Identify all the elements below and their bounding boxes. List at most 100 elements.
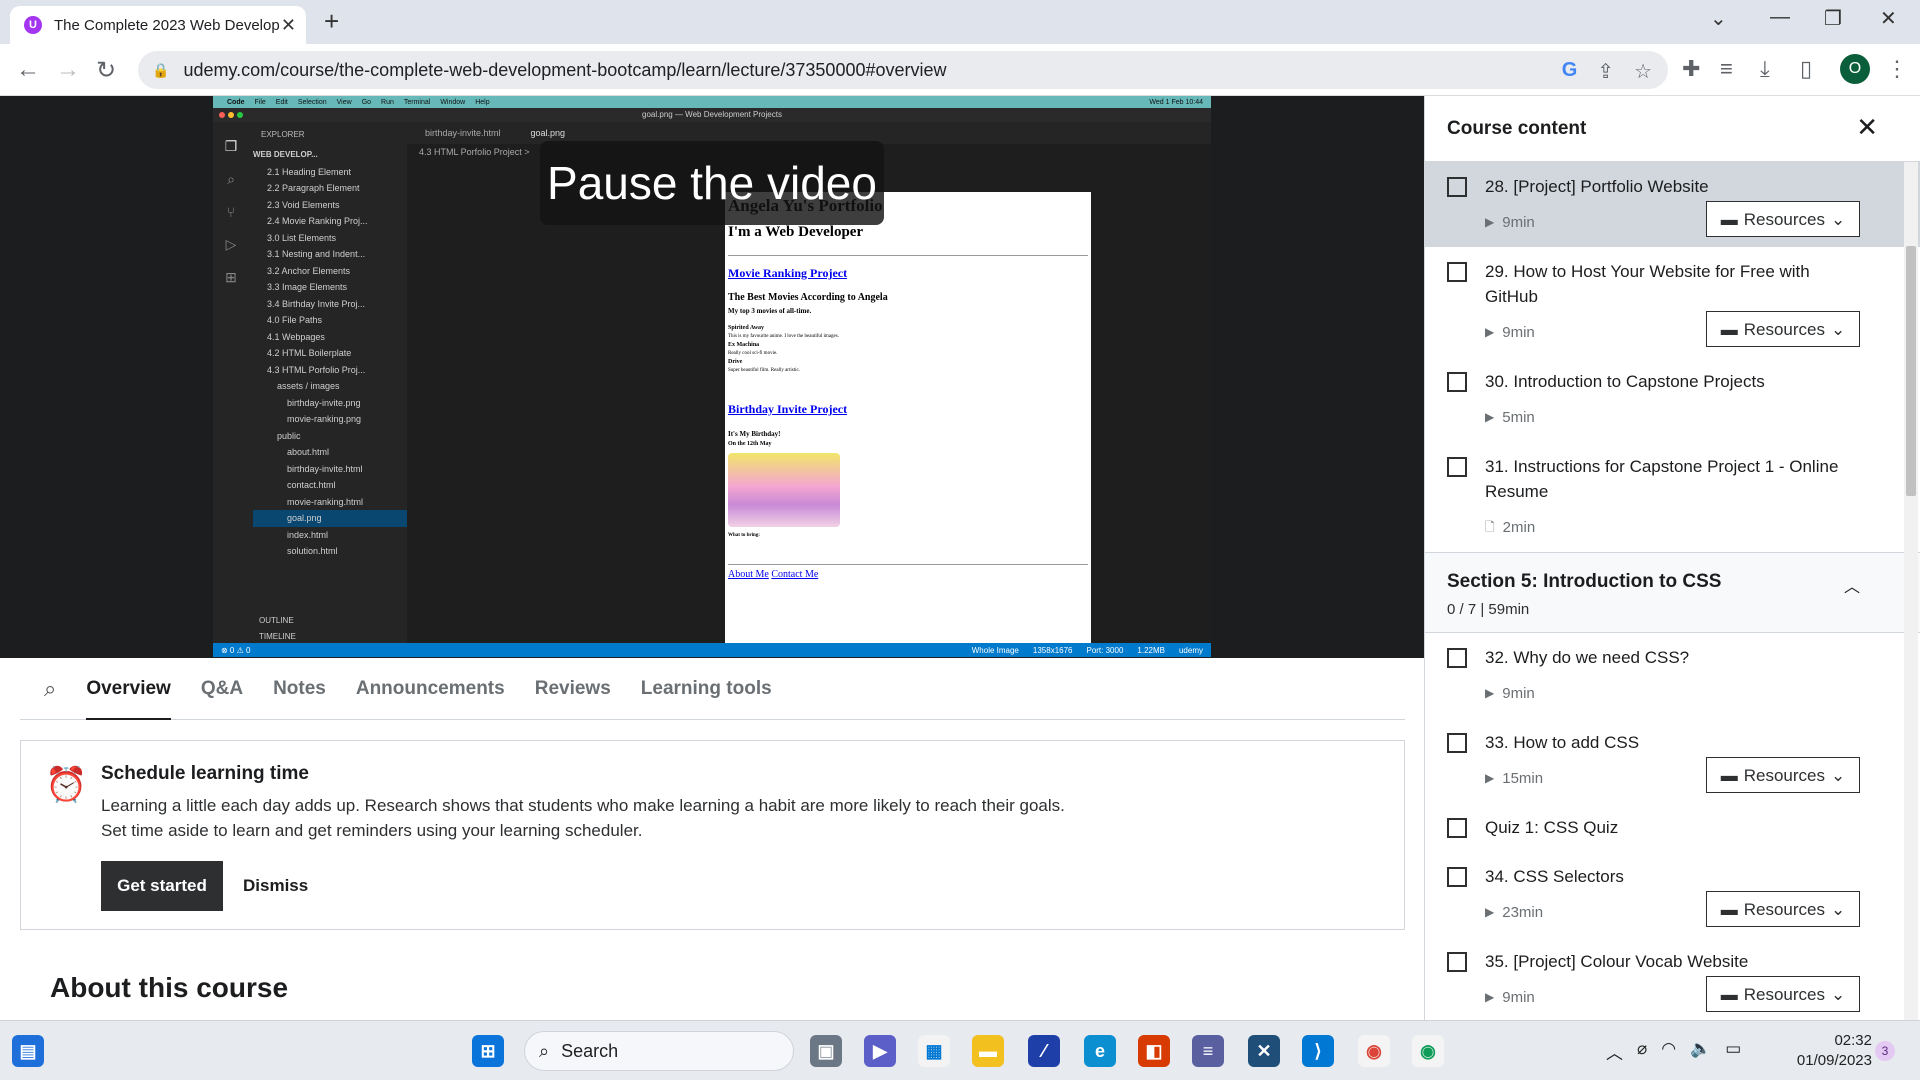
lecture-meta: ▶ 5min [1485,404,1860,430]
app-icon[interactable]: ⁄ [1028,1035,1060,1067]
close-sidebar-icon[interactable]: ✕ [1856,112,1878,143]
run-debug-icon: ▷ [225,236,237,252]
forward-icon[interactable]: → [56,56,80,84]
new-tab-icon[interactable]: + [324,6,339,37]
media-icon[interactable]: ≡ [1720,56,1733,82]
chrome-icon[interactable]: ◉ [1358,1035,1390,1067]
tab-close-icon[interactable]: ✕ [281,15,296,36]
tree-item: 4.3 HTML Porfolio Proj... [267,364,366,375]
bookmark-star-icon[interactable]: ☆ [1634,59,1652,84]
share-icon[interactable]: ⇪ [1597,59,1614,84]
checkbox[interactable] [1447,867,1467,887]
editor-tab: goal.png [530,128,566,138]
clock[interactable]: 02:32 01/09/2023 [1797,1031,1872,1071]
lecture-item[interactable]: 34. CSS Selectors ▶ 23min ▬ Resources ⌄ [1425,852,1920,937]
mic-off-icon[interactable]: ⌀ [1637,1039,1647,1064]
app-icon[interactable]: ✕ [1248,1035,1280,1067]
lecture-item[interactable]: 33. How to add CSS ▶ 15min ▬ Resources ⌄ [1425,718,1920,803]
resources-dropdown[interactable]: ▬ Resources ⌄ [1706,891,1860,927]
sidebar-scroll-thumb[interactable] [1906,246,1916,496]
battery-icon[interactable]: ▭ [1725,1039,1741,1064]
lecture-item[interactable]: 35. [Project] Colour Vocab Website ▶ 9min ▬… [1425,937,1920,1020]
notification-badge[interactable]: 3 [1875,1041,1895,1061]
lecture-title: 28. [Project] Portfolio Website [1485,177,1709,196]
chevron-up-icon[interactable]: ︿ [1844,573,1860,597]
extensions-icon[interactable]: ✚ [1682,56,1700,82]
office-icon[interactable]: ◧ [1138,1035,1170,1067]
tab-notes[interactable]: Notes [273,658,326,720]
download-icon[interactable]: ⤓ [1760,56,1770,82]
dismiss-button[interactable]: Dismiss [243,861,308,911]
profile-avatar[interactable]: O [1840,54,1870,84]
lecture-title: 35. [Project] Colour Vocab Website [1485,952,1749,971]
reload-icon[interactable]: ↻ [96,56,116,85]
get-started-button[interactable]: Get started [101,861,223,911]
tab-announcements[interactable]: Announcements [356,658,505,720]
checkbox[interactable] [1447,733,1467,753]
chrome-profile-icon[interactable]: ◉ [1412,1035,1444,1067]
lecture-item[interactable]: 30. Introduction to Capstone Projects ▶ 5m… [1425,357,1920,442]
schedule-text: Learning a little each day adds up. Rese… [101,793,1201,843]
tab-reviews[interactable]: Reviews [535,658,611,720]
schedule-line1: Learning a little each day adds up. Rese… [101,796,1065,815]
checkbox[interactable] [1447,262,1467,282]
menu-kebab-icon[interactable]: ⋮ [1886,56,1908,82]
preview-about-link: About Me [728,569,769,580]
file-explorer-icon[interactable]: ▬ [972,1035,1004,1067]
checkbox[interactable] [1447,648,1467,668]
task-view-icon[interactable]: ▣ [810,1035,842,1067]
resources-dropdown[interactable]: ▬ Resources ⌄ [1706,976,1860,1012]
search-icon[interactable]: ⌕ [44,676,56,702]
tab-learning-tools[interactable]: Learning tools [641,658,772,720]
back-icon[interactable]: ← [16,56,40,84]
close-window-icon[interactable]: ✕ [1880,6,1897,31]
vscode-icon[interactable]: ⟩ [1302,1035,1334,1067]
edge-icon[interactable]: e [1084,1035,1116,1067]
sidepanel-icon[interactable]: ▯ [1800,56,1812,82]
video-overlay-caption: Pause the video [540,141,884,225]
tree-item: assets / images [277,381,340,391]
chevron-up-icon[interactable]: ︿ [1606,1039,1623,1064]
tab-search-icon[interactable]: ⌄ [1710,6,1727,31]
lecture-item[interactable]: Quiz 1: CSS Quiz [1425,803,1920,852]
store-icon[interactable]: ▦ [918,1035,950,1067]
lecture-item[interactable]: 32. Why do we need CSS? ▶ 9min [1425,633,1920,718]
preview-link-movie: Movie Ranking Project [728,266,848,280]
checkbox[interactable] [1447,952,1467,972]
section-header[interactable]: Section 5: Introduction to CSS 0 / 7 | 5… [1425,552,1920,633]
resources-dropdown[interactable]: ▬ Resources ⌄ [1706,757,1860,793]
lecture-item[interactable]: 31. Instructions for Capstone Project 1 … [1425,442,1920,552]
browser-tab[interactable]: U The Complete 2023 Web Develop ✕ [10,6,306,44]
teams-icon[interactable]: ▶ [864,1035,896,1067]
checkbox[interactable] [1447,177,1467,197]
preview-bring: What to bring: [728,533,760,538]
checkbox[interactable] [1447,372,1467,392]
resources-dropdown[interactable]: ▬ Resources ⌄ [1706,201,1860,237]
lecture-item[interactable]: 28. [Project] Portfolio Website ▶ 9min ▬ Res… [1425,162,1920,247]
app-icon[interactable]: ≡ [1192,1035,1224,1067]
address-bar[interactable]: 🔒 udemy.com/course/the-complete-web-deve… [138,51,1668,89]
tab-qa[interactable]: Q&A [201,658,243,720]
start-icon[interactable]: ⊞ [472,1035,504,1067]
widgets-icon[interactable]: ▤ [12,1035,44,1067]
checkbox[interactable] [1447,457,1467,477]
tab-overview[interactable]: Overview [86,658,171,720]
preview-link-birthday: Birthday Invite Project [728,402,848,416]
minimize-icon[interactable]: — [1770,6,1790,29]
mac-menu-item: Window [440,98,466,106]
volume-icon[interactable]: 🔈 [1690,1039,1711,1064]
restore-icon[interactable]: ❐ [1824,6,1842,31]
wifi-icon[interactable]: ◠ [1661,1039,1676,1064]
lecture-item[interactable]: 29. How to Host Your Website for Free wi… [1425,247,1920,357]
status-item: Port: 3000 [1086,645,1124,655]
lecture-meta: 🗋 2min [1485,514,1860,540]
lecture-title: 29. How to Host Your Website for Free wi… [1485,262,1810,306]
vscode-explorer: EXPLORER WEB DEVELOP... 2.1 Heading Elem… [249,122,407,643]
google-icon[interactable]: G [1562,59,1578,84]
taskbar-search[interactable]: ⌕ Search [524,1031,794,1071]
lecture-duration: 9min [1502,684,1535,702]
file-tree: WEB DEVELOP... 2.1 Heading Element 2.2 P… [249,147,407,560]
checkbox[interactable] [1447,818,1467,838]
vscode-activity-bar: ❐ ⌕ ⑂ ▷ ⊞ [213,122,249,643]
resources-dropdown[interactable]: ▬ Resources ⌄ [1706,311,1860,347]
